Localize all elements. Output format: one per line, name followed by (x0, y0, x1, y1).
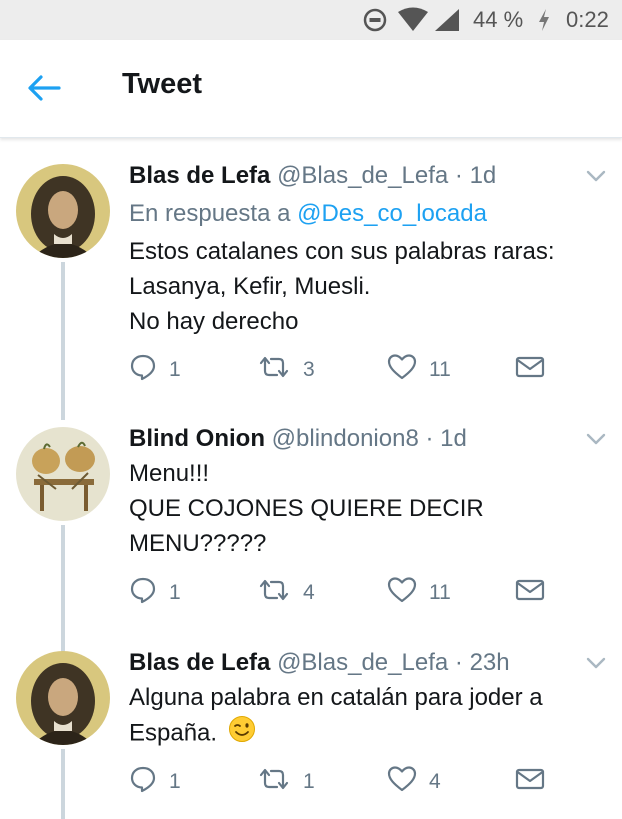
text-line: Lasanya, Kefir, Muesli. (129, 273, 371, 300)
mention-link[interactable]: @Des_co_locada (297, 200, 487, 227)
text-line: MENU????? (129, 530, 267, 557)
tweet-header: Blas de Lefa @Blas_de_Lefa · 1d (129, 160, 496, 192)
retweet-button[interactable]: 1 (257, 764, 315, 800)
timestamp: 1d (440, 425, 467, 452)
retweet-button[interactable]: 4 (257, 575, 315, 611)
like-button[interactable]: 11 (387, 575, 451, 611)
tweet-item[interactable]: Blind Onion @blindonion8 · 1d Menu!!! QU… (0, 423, 622, 653)
action-bar: 1 4 11 (129, 575, 599, 611)
like-button[interactable]: 11 (387, 352, 451, 388)
thread-line (61, 749, 65, 819)
tweet-item[interactable]: Blas de Lefa @Blas_de_Lefa · 23h Alguna … (0, 647, 622, 819)
status-bar: 44 % 0:22 (0, 0, 622, 40)
text-line: Estos catalanes con sus palabras raras: (129, 238, 555, 265)
chevron-down-icon[interactable] (584, 653, 608, 673)
retweet-count: 4 (303, 581, 315, 604)
text-line: Menu!!! (129, 460, 210, 487)
author-name[interactable]: Blas de Lefa (129, 162, 270, 189)
wink-emoji-icon (228, 715, 256, 753)
charging-icon (537, 0, 551, 40)
cell-signal-icon (433, 0, 461, 40)
clock: 0:22 (566, 7, 609, 32)
back-button[interactable] (22, 70, 66, 110)
tweet-header: Blind Onion @blindonion8 · 1d (129, 423, 467, 455)
text-line-with-emoji: España. (129, 715, 543, 753)
reply-context: En respuesta a @Des_co_locada (129, 198, 487, 230)
action-bar: 1 3 11 (129, 352, 599, 388)
heart-icon (387, 765, 417, 799)
tweet-text: Menu!!! QUE COJONES QUIERE DECIR MENU???… (129, 456, 484, 561)
thread-line (61, 525, 65, 653)
reply-bubble-icon (129, 353, 157, 387)
action-bar: 1 1 4 (129, 764, 599, 800)
separator: · (425, 425, 434, 452)
like-count: 4 (429, 770, 441, 793)
heart-icon (387, 353, 417, 387)
separator: · (454, 649, 463, 676)
text-line: Alguna palabra en catalán para joder a (129, 684, 543, 711)
separator: · (454, 162, 463, 189)
chevron-down-icon[interactable] (584, 429, 608, 449)
envelope-icon (515, 355, 545, 385)
app-bar: Tweet (0, 40, 622, 138)
reply-button[interactable]: 1 (129, 352, 181, 388)
reply-bubble-icon (129, 765, 157, 799)
timestamp: 23h (469, 649, 510, 676)
text-line: No hay derecho (129, 308, 299, 335)
author-name[interactable]: Blind Onion (129, 425, 265, 452)
tweet-header: Blas de Lefa @Blas_de_Lefa · 23h (129, 647, 510, 679)
thread-line (61, 262, 65, 420)
reply-button[interactable]: 1 (129, 575, 181, 611)
chevron-down-icon[interactable] (584, 166, 608, 186)
reply-count: 1 (169, 770, 181, 793)
avatar[interactable] (16, 427, 110, 521)
reply-button[interactable]: 1 (129, 764, 181, 800)
reply-bubble-icon (129, 576, 157, 610)
tweet-item[interactable]: Blas de Lefa @Blas_de_Lefa · 1d En respu… (0, 160, 622, 420)
direct-message-button[interactable] (515, 575, 545, 611)
avatar[interactable] (16, 164, 110, 258)
reply-count: 1 (169, 358, 181, 381)
timestamp: 1d (469, 162, 497, 189)
envelope-icon (515, 767, 545, 797)
retweet-button[interactable]: 3 (257, 352, 315, 388)
like-count: 11 (429, 358, 451, 381)
text-line: España. (129, 719, 218, 747)
tweet-text: Estos catalanes con sus palabras raras: … (129, 234, 555, 339)
direct-message-button[interactable] (515, 352, 545, 388)
direct-message-button[interactable] (515, 764, 545, 800)
page-title: Tweet (122, 68, 203, 100)
reply-count: 1 (169, 581, 181, 604)
retweet-icon (257, 577, 291, 609)
wifi-icon (397, 0, 429, 40)
author-handle[interactable]: @Blas_de_Lefa (277, 162, 448, 189)
avatar[interactable] (16, 651, 110, 745)
like-button[interactable]: 4 (387, 764, 441, 800)
envelope-icon (515, 578, 545, 608)
author-handle[interactable]: @Blas_de_Lefa (277, 649, 448, 676)
text-line: QUE COJONES QUIERE DECIR (129, 495, 484, 522)
author-name[interactable]: Blas de Lefa (129, 649, 270, 676)
tweet-text: Alguna palabra en catalán para joder a E… (129, 680, 543, 753)
reply-prefix: En respuesta a (129, 200, 291, 227)
arrow-left-icon (27, 74, 61, 107)
retweet-count: 3 (303, 358, 315, 381)
retweet-icon (257, 766, 291, 798)
battery-level: 44 % (473, 7, 524, 32)
do-not-disturb-icon (362, 0, 388, 40)
retweet-icon (257, 354, 291, 386)
heart-icon (387, 576, 417, 610)
retweet-count: 1 (303, 770, 315, 793)
author-handle[interactable]: @blindonion8 (272, 425, 419, 452)
like-count: 11 (429, 581, 451, 604)
